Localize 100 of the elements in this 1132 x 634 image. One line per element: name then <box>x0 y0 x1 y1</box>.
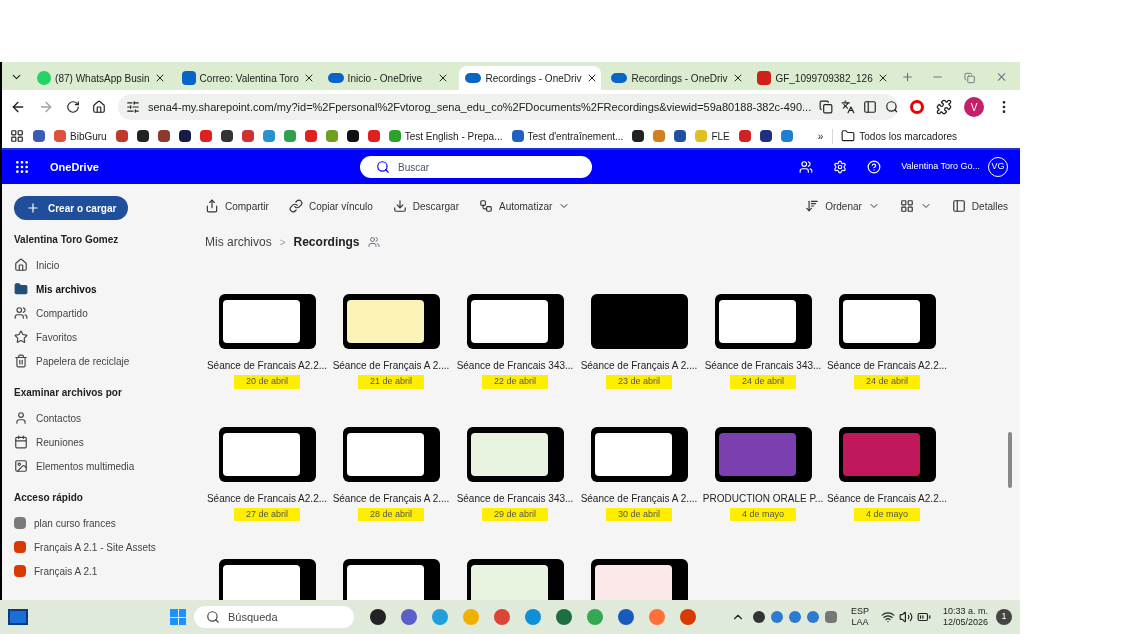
toolbar-button[interactable]: Ordenar <box>805 198 880 214</box>
browser-tab[interactable]: Recordings - OneDriv <box>605 66 748 90</box>
more-bookmarks-button[interactable]: » <box>817 128 824 144</box>
browser-tab[interactable]: Inicio - OneDrive <box>321 66 456 90</box>
address-field[interactable]: sena4-my.sharepoint.com/my?id=%2Fpersonal%2Fvtorog_sena_edu_co%2FDocuments%2FRecordings&viewid=59a80188-382c-490... <box>118 94 898 120</box>
nav-item[interactable]: Papelera de reciclaje <box>14 349 185 373</box>
bookmark-link[interactable]: FLE <box>695 128 730 144</box>
video-thumbnail[interactable] <box>218 426 316 482</box>
section-header: Examinar archivos por <box>14 386 123 400</box>
video-thumbnail[interactable] <box>218 559 316 600</box>
apps-icon[interactable] <box>10 129 24 143</box>
browser-tab[interactable]: Correo: Valentina Toro <box>175 66 318 90</box>
video-thumbnail[interactable] <box>218 294 316 349</box>
file-name[interactable]: Séance de Francais 343... <box>704 358 822 373</box>
clock[interactable]: 10:33 a. m. 12/05/2026 <box>942 605 988 629</box>
video-thumbnail[interactable] <box>342 294 440 349</box>
file-name[interactable]: Séance de Français A 2.... <box>332 490 450 506</box>
video-thumbnail[interactable] <box>342 426 440 482</box>
bookmark-link[interactable]: Test d'entraînement... <box>511 128 624 144</box>
view-toggle-button[interactable] <box>899 199 932 213</box>
language-indicator[interactable]: ESP LAA <box>850 605 869 629</box>
settings-icon[interactable] <box>833 160 848 174</box>
new-tab-icon[interactable] <box>901 70 915 84</box>
user-name[interactable]: Valentina Toro Go... <box>901 160 980 174</box>
video-thumbnail[interactable] <box>342 559 440 600</box>
file-name[interactable]: Séance de Francais 343... <box>456 490 574 506</box>
extensions-icon[interactable] <box>936 99 952 115</box>
file-name[interactable]: Séance de Français A 2.... <box>580 490 698 506</box>
bookmark-favicon[interactable] <box>220 130 233 142</box>
video-thumbnail[interactable] <box>466 294 564 349</box>
browser-tab[interactable]: (87) WhatsApp Busin <box>31 66 172 90</box>
file-name[interactable]: PRODUCTION ORALE P... <box>702 490 824 506</box>
video-thumbnail[interactable] <box>838 294 936 349</box>
nav-item[interactable]: Reuniones <box>14 430 185 454</box>
wifi-icon[interactable] <box>880 610 895 624</box>
quick-access-item[interactable]: Français A 2.1 <box>14 559 185 583</box>
video-thumbnail[interactable] <box>466 559 564 600</box>
nav-item[interactable]: Inicio <box>14 253 185 277</box>
taskbar-search-field[interactable]: Búsqueda <box>194 606 354 628</box>
toolbar-button[interactable]: Descargar <box>392 198 459 214</box>
video-thumbnail[interactable] <box>590 426 688 482</box>
toolbar-button[interactable]: Copiar vínculo <box>288 198 373 214</box>
search-field[interactable]: Buscar <box>360 156 592 178</box>
bookmark-favicon[interactable] <box>759 130 772 142</box>
bookmark-favicon[interactable] <box>346 130 359 142</box>
file-date: 23 de abril <box>606 375 672 389</box>
file-name[interactable]: Séance de Francais A2.2... <box>826 490 948 506</box>
nav-item[interactable]: Contactos <box>14 406 185 430</box>
bookmark-favicon[interactable] <box>33 130 45 142</box>
video-thumbnail[interactable] <box>466 426 564 482</box>
file-name[interactable]: Séance de Français A 2.... <box>332 358 450 373</box>
profile-avatar[interactable]: V <box>964 97 984 117</box>
file-name[interactable]: Séance de Francais 343... <box>456 358 574 373</box>
people-icon[interactable] <box>799 160 814 174</box>
video-thumbnail[interactable] <box>838 426 936 482</box>
nav-item[interactable]: Elementos multimedia <box>14 454 185 478</box>
quick-access-item[interactable]: plan curso frances <box>14 511 185 535</box>
scrollbar-thumb[interactable] <box>1008 432 1012 488</box>
file-date: 24 de abril <box>854 375 920 389</box>
back-icon[interactable] <box>10 99 26 115</box>
bookmark-favicon[interactable] <box>632 130 645 142</box>
app-launcher-icon[interactable] <box>14 159 30 175</box>
notification-badge[interactable]: 1 <box>996 609 1012 625</box>
file-name[interactable]: Séance de Francais A2.2... <box>826 358 948 373</box>
video-thumbnail[interactable] <box>714 294 812 349</box>
reload-icon[interactable] <box>66 100 80 114</box>
file-name[interactable]: Séance de Français A 2.... <box>580 358 698 373</box>
browser-tab[interactable]: GF_1099709382_126 <box>751 66 894 90</box>
app-title[interactable]: OneDrive <box>50 158 210 176</box>
toolbar-button[interactable]: Compartir <box>205 198 269 214</box>
video-thumbnail[interactable] <box>590 294 688 349</box>
nav-item[interactable]: Mis archivos <box>14 277 185 301</box>
nav-item[interactable]: Compartido <box>14 301 185 325</box>
toolbar-button[interactable]: Detalles <box>951 198 1008 214</box>
create-button[interactable]: Crear o cargar <box>14 196 129 220</box>
battery-icon[interactable] <box>916 610 931 624</box>
restore-icon[interactable] <box>963 72 975 84</box>
bookmark-link[interactable]: Test English - Prepa... <box>388 128 503 144</box>
bookmark-favicon[interactable] <box>136 130 149 142</box>
breadcrumb-link[interactable]: Mis archivos <box>205 233 272 251</box>
bookmark-favicon[interactable] <box>178 130 191 142</box>
all-bookmarks-link[interactable]: Todos los marcadores <box>832 128 958 144</box>
bookmark-favicon[interactable] <box>157 130 170 142</box>
help-icon[interactable] <box>867 160 882 174</box>
file-name[interactable]: Séance de Francais A2.2... <box>206 358 328 373</box>
quick-access-item[interactable]: Français A 2.1 - Site Assets <box>14 535 185 559</box>
nav-item[interactable]: Favoritos <box>14 325 185 349</box>
toolbar-button[interactable]: Automatizar <box>478 198 571 214</box>
folder-icon <box>14 282 28 296</box>
video-thumbnail[interactable] <box>714 426 812 482</box>
bookmark-link[interactable]: BibGuru <box>54 128 107 144</box>
video-thumbnail[interactable] <box>590 559 688 600</box>
start-icon[interactable] <box>170 609 186 625</box>
browser-tab[interactable]: Recordings - OneDriv <box>459 66 602 90</box>
volume-icon[interactable] <box>898 610 913 624</box>
bookmark-favicon[interactable] <box>674 130 687 142</box>
file-name[interactable]: Séance de Francais A2.2... <box>206 490 328 506</box>
taskbar-app-icon[interactable] <box>370 609 386 625</box>
tray-icons-drawing[interactable] <box>752 611 839 623</box>
home-icon[interactable] <box>92 100 106 114</box>
